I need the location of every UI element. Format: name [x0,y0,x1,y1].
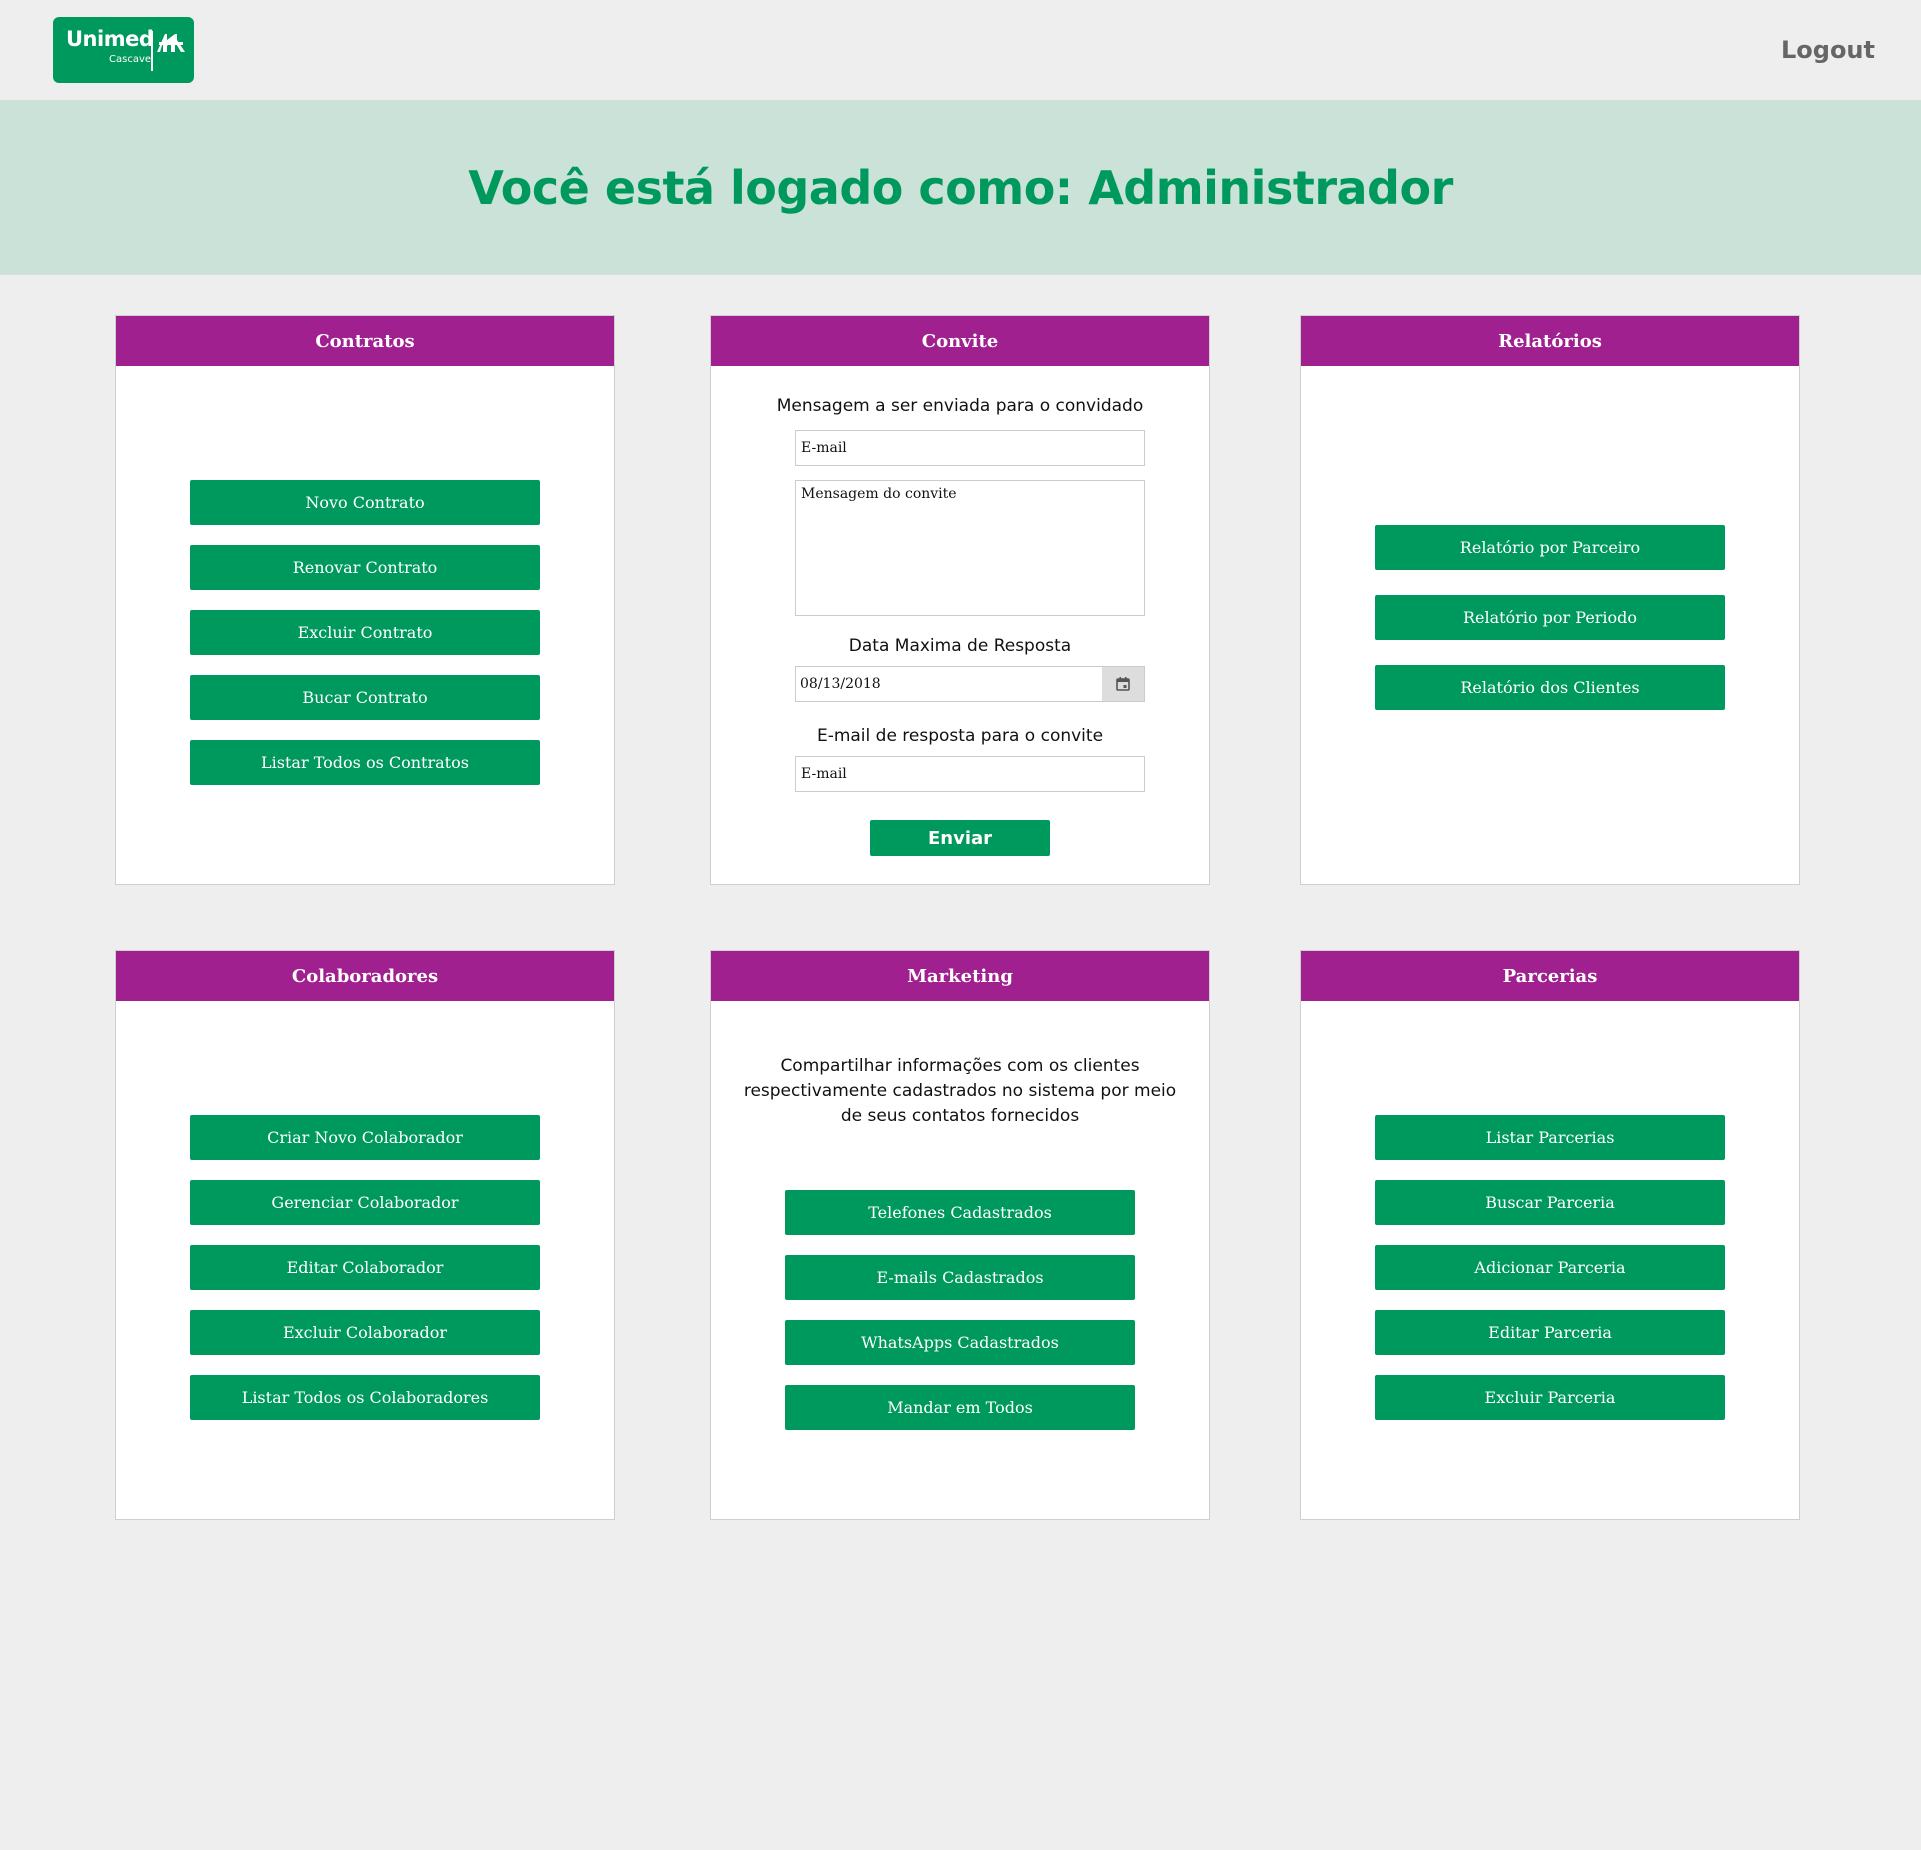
date-label: Data Maxima de Resposta [848,636,1072,656]
convite-form: Mensagem a ser enviada para o convidado … [711,366,1209,885]
relatorio-parceiro-button[interactable]: Relatório por Parceiro [1375,525,1725,570]
contratos-panel: Contratos Novo Contrato Renovar Contrato… [115,315,615,885]
relatorios-body: Relatório por Parceiro Relatório por Per… [1301,366,1799,885]
logout-link[interactable]: Logout [1781,36,1875,64]
marketing-header: Marketing [711,951,1209,1001]
welcome-banner: Você está logado como: Administrador [0,100,1921,275]
editar-parceria-button[interactable]: Editar Parceria [1375,1310,1725,1355]
colaboradores-body: Criar Novo Colaborador Gerenciar Colabor… [116,1001,614,1520]
invite-email-input[interactable] [795,430,1145,466]
parcerias-header: Parcerias [1301,951,1799,1001]
relatorios-panel: Relatórios Relatório por Parceiro Relató… [1300,315,1800,885]
marketing-body: Compartilhar informações com os clientes… [711,1001,1209,1520]
message-label: Mensagem a ser enviada para o convidado [776,396,1144,416]
enviar-button[interactable]: Enviar [870,820,1050,856]
whatsapps-cadastrados-button[interactable]: WhatsApps Cadastrados [785,1320,1135,1365]
novo-contrato-button[interactable]: Novo Contrato [190,480,540,525]
listar-colaboradores-button[interactable]: Listar Todos os Colaboradores [190,1375,540,1420]
contratos-header: Contratos [116,316,614,366]
buscar-parceria-button[interactable]: Buscar Parceria [1375,1180,1725,1225]
convite-header: Convite [711,316,1209,366]
reply-email-label: E-mail de resposta para o convite [816,726,1104,746]
buscar-contrato-button[interactable]: Bucar Contrato [190,675,540,720]
unimed-tree-icon [157,34,185,52]
relatorios-button-list: Relatório por Parceiro Relatório por Per… [1301,525,1799,735]
renovar-contrato-button[interactable]: Renovar Contrato [190,545,540,590]
excluir-parceria-button[interactable]: Excluir Parceria [1375,1375,1725,1420]
telefones-cadastrados-button[interactable]: Telefones Cadastrados [785,1190,1135,1235]
relatorios-header: Relatórios [1301,316,1799,366]
convite-panel: Convite Mensagem a ser enviada para o co… [710,315,1210,885]
gerenciar-colaborador-button[interactable]: Gerenciar Colaborador [190,1180,540,1225]
colaboradores-button-list: Criar Novo Colaborador Gerenciar Colabor… [116,1115,614,1440]
invite-message-textarea[interactable] [795,480,1145,616]
logo-text: Unimed [66,27,154,51]
response-date-input[interactable]: 08/13/2018 [795,666,1145,702]
marketing-description: Compartilhar informações com os clientes… [743,1056,1177,1126]
mandar-em-todos-button[interactable]: Mandar em Todos [785,1385,1135,1430]
relatorio-clientes-button[interactable]: Relatório dos Clientes [1375,665,1725,710]
top-bar: Unimed Cascavel Logout [0,0,1921,100]
calendar-icon [1116,677,1130,691]
excluir-contrato-button[interactable]: Excluir Contrato [190,610,540,655]
response-date-value: 08/13/2018 [800,676,881,692]
parcerias-panel: Parcerias Listar Parcerias Buscar Parcer… [1300,950,1800,1520]
reply-email-input[interactable] [795,756,1145,792]
logo-subtext: Cascavel [109,54,154,65]
logo-divider [151,31,153,71]
unimed-logo[interactable]: Unimed Cascavel [53,17,194,83]
listar-contratos-button[interactable]: Listar Todos os Contratos [190,740,540,785]
criar-colaborador-button[interactable]: Criar Novo Colaborador [190,1115,540,1160]
listar-parcerias-button[interactable]: Listar Parcerias [1375,1115,1725,1160]
excluir-colaborador-button[interactable]: Excluir Colaborador [190,1310,540,1355]
editar-colaborador-button[interactable]: Editar Colaborador [190,1245,540,1290]
colaboradores-header: Colaboradores [116,951,614,1001]
emails-cadastrados-button[interactable]: E-mails Cadastrados [785,1255,1135,1300]
colaboradores-panel: Colaboradores Criar Novo Colaborador Ger… [115,950,615,1520]
parcerias-body: Listar Parcerias Buscar Parceria Adicion… [1301,1001,1799,1520]
marketing-panel: Marketing Compartilhar informações com o… [710,950,1210,1520]
contratos-button-list: Novo Contrato Renovar Contrato Excluir C… [116,480,614,805]
calendar-picker-button[interactable] [1102,667,1144,701]
relatorio-periodo-button[interactable]: Relatório por Periodo [1375,595,1725,640]
contratos-body: Novo Contrato Renovar Contrato Excluir C… [116,366,614,885]
adicionar-parceria-button[interactable]: Adicionar Parceria [1375,1245,1725,1290]
page-title: Você está logado como: Administrador [468,160,1453,215]
marketing-button-list: Telefones Cadastrados E-mails Cadastrado… [711,1190,1209,1450]
parcerias-button-list: Listar Parcerias Buscar Parceria Adicion… [1301,1115,1799,1440]
